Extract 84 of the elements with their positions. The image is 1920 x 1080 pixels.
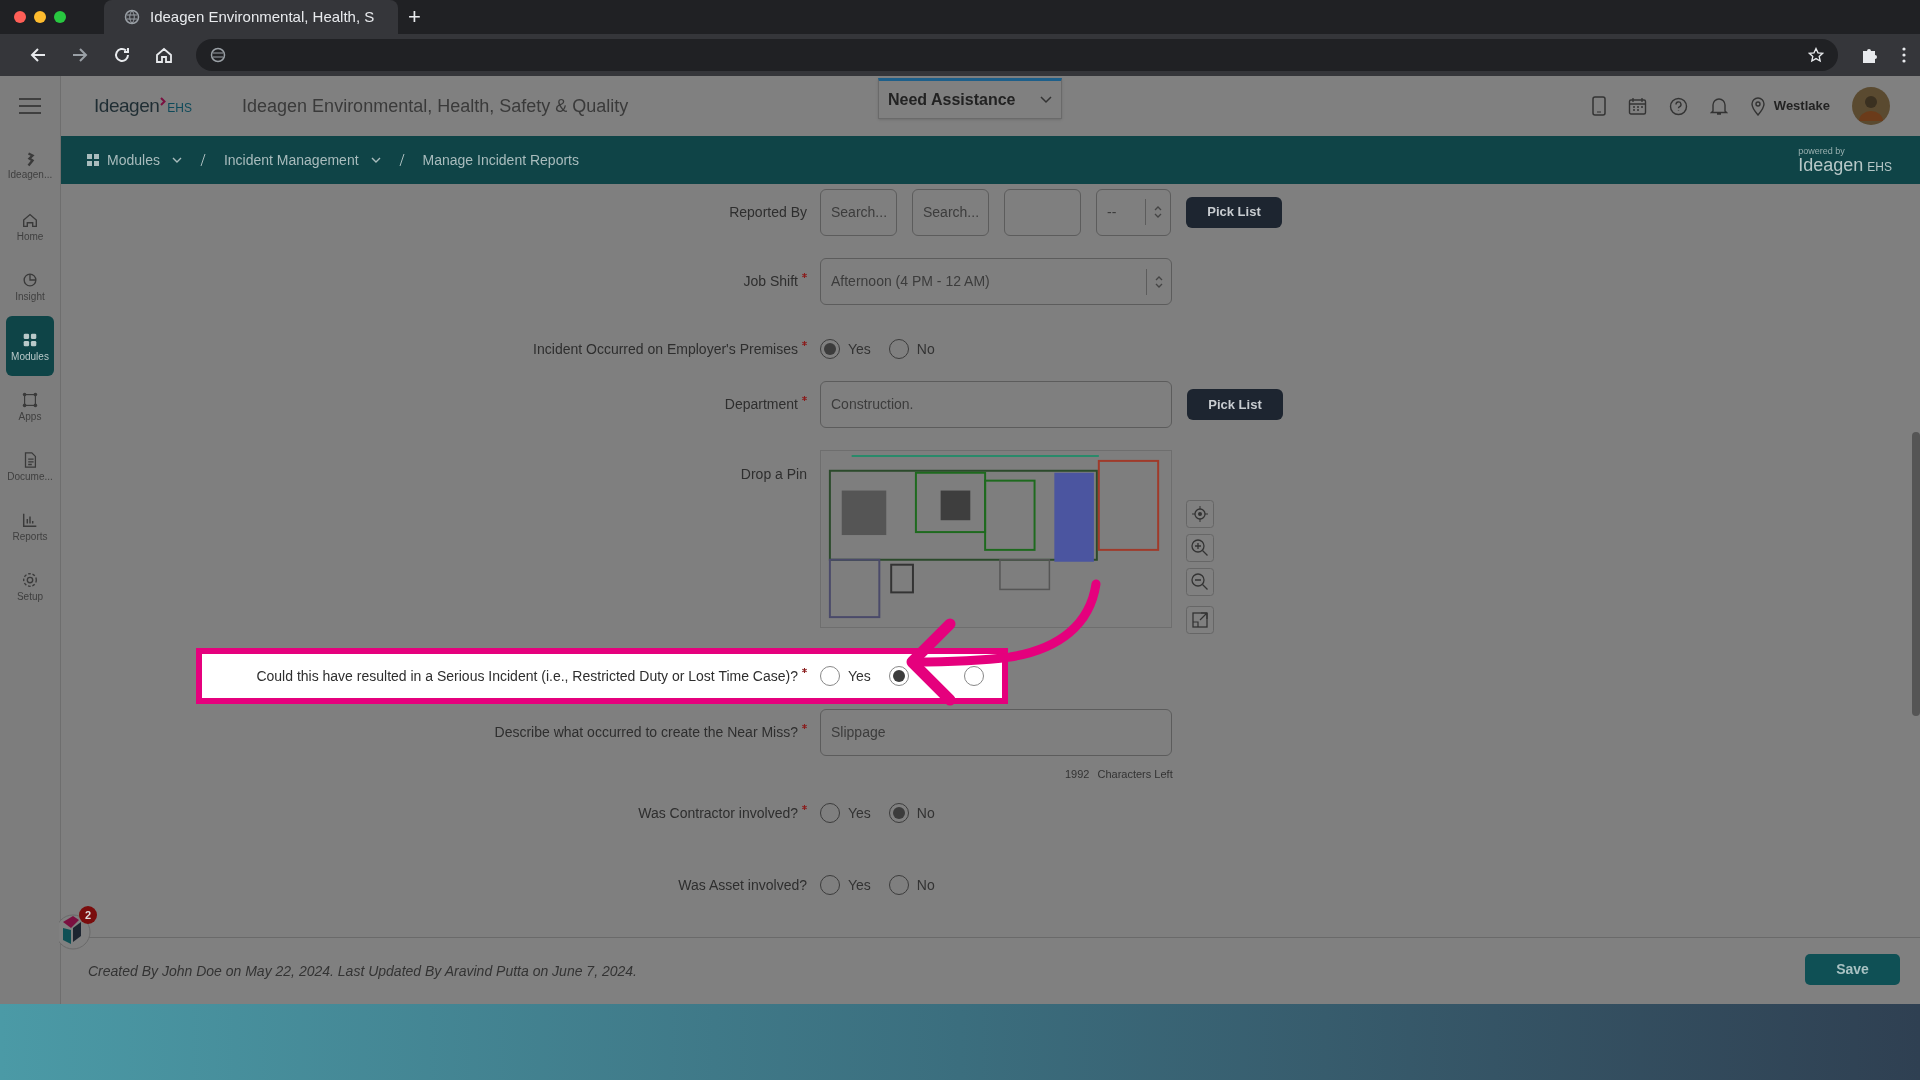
calendar-icon[interactable] [1627, 96, 1647, 116]
field-label: Department [724, 395, 798, 414]
fullscreen-icon[interactable] [1186, 606, 1214, 634]
counter-label: Characters Left [1097, 766, 1173, 782]
mobile-icon[interactable] [1591, 96, 1606, 116]
zoom-out-icon[interactable] [1186, 568, 1214, 596]
field-label: Was Asset involved? [678, 875, 807, 895]
settings-icon [21, 570, 39, 589]
radio-button[interactable] [820, 666, 840, 686]
app-title: Ideagen Environmental, Health, Safety & Quality [242, 94, 629, 118]
chevron-down-icon[interactable] [370, 157, 381, 163]
radio-button[interactable] [963, 666, 984, 686]
bell-icon[interactable] [1709, 96, 1728, 116]
breadcrumb-link[interactable]: Incident Management [223, 149, 359, 171]
audit-text: Created By John Doe on May 22, 2024. Last Updated By Aravind Putta on June 7, 2024. [88, 961, 637, 981]
radio-label: Yes [848, 666, 871, 686]
menu-icon[interactable] [18, 97, 42, 115]
radio-label: Yes [848, 339, 871, 359]
minimize-window-icon[interactable] [34, 11, 46, 23]
character-count: 1992 [1065, 766, 1090, 782]
sort-arrows-icon [1155, 274, 1163, 289]
sidebar-item[interactable]: Docume... [0, 436, 60, 496]
home-icon[interactable] [154, 45, 174, 65]
sidebar-item[interactable]: Modules [6, 316, 54, 376]
field-label: Job Shift [743, 272, 798, 291]
chevron-down-icon [1040, 95, 1052, 104]
sort-arrows-icon [1154, 205, 1162, 219]
sidebar-item[interactable]: Ideagen... [0, 136, 60, 196]
field-label: Reported By [729, 202, 807, 222]
notification-badge: 2 [79, 906, 97, 924]
new-tab-button[interactable]: + [408, 6, 421, 28]
select-field[interactable]: -- [1096, 188, 1171, 236]
radio-label: Yes [848, 875, 871, 895]
reload-icon[interactable] [112, 45, 132, 65]
user-avatar[interactable] [1852, 87, 1890, 125]
radio-label: Yes [848, 803, 871, 823]
radio-label: No [916, 875, 935, 895]
sidebar-item[interactable]: Insight [0, 256, 60, 316]
star-icon[interactable] [1808, 47, 1824, 63]
breadcrumb-link[interactable]: Manage Incident Reports [422, 149, 579, 171]
save-button[interactable]: Save [1805, 953, 1900, 985]
breadcrumb-link[interactable]: Modules [107, 149, 160, 171]
input-field[interactable]: Construction. [820, 381, 1172, 428]
location-pin-icon[interactable] [1749, 96, 1766, 116]
apps-icon [21, 390, 39, 409]
assistance-dropdown[interactable]: Need Assistance [878, 78, 1062, 119]
locate-icon[interactable] [1186, 500, 1214, 528]
globe-icon [124, 9, 140, 25]
scrollbar-thumb[interactable] [1912, 432, 1920, 716]
grid-icon [87, 154, 99, 166]
field-label: Incident Occurred on Employer's Premises [533, 339, 798, 359]
input-field[interactable] [1004, 188, 1081, 236]
location-name[interactable]: Westlake [1773, 96, 1830, 116]
zoom-in-icon[interactable] [1186, 534, 1214, 562]
browser-tab[interactable]: Ideagen Environmental, Health, S [104, 0, 398, 34]
separator-icon [398, 153, 405, 167]
maximize-window-icon[interactable] [54, 11, 66, 23]
help-icon[interactable] [1668, 96, 1688, 116]
text-area[interactable]: Slippage [820, 709, 1172, 756]
search-field[interactable]: Search... [912, 188, 989, 236]
radio-label: No [916, 803, 935, 823]
sidebar-item[interactable]: Setup [0, 556, 60, 616]
sidebar-item[interactable]: Reports [0, 496, 60, 556]
more-icon[interactable] [1902, 47, 1906, 63]
select-field[interactable]: Afternoon (4 PM - 12 AM) [820, 258, 1172, 305]
chevron-mark-icon [160, 96, 167, 106]
radio-button[interactable] [888, 666, 909, 686]
powered-by-logo: powered by Ideagen EHS [1798, 146, 1892, 174]
ideagen-logo[interactable]: Ideagen EHS [94, 91, 193, 121]
separator-icon [199, 153, 206, 167]
field-label: Could this have resulted in a Serious Incident (i.e., Restricted Duty or Lost Time Case)? [256, 666, 798, 686]
brand-icon [25, 152, 35, 167]
pick-list-button[interactable]: Pick List [1186, 196, 1282, 228]
field-label: Describe what occurred to create the Near Miss? [494, 723, 798, 742]
sidebar-item[interactable]: Home [0, 196, 60, 256]
field-label: Was Contractor involved? [638, 803, 798, 823]
radio-label: No [916, 339, 935, 359]
search-field[interactable]: Search... [820, 188, 897, 236]
sidebar-item[interactable]: Apps [0, 376, 60, 436]
pick-list-button[interactable]: Pick List [1187, 389, 1283, 420]
chevron-down-icon[interactable] [171, 157, 182, 163]
close-window-icon[interactable] [14, 11, 26, 23]
field-label: Drop a Pin [740, 465, 807, 484]
globe-icon [210, 47, 226, 63]
